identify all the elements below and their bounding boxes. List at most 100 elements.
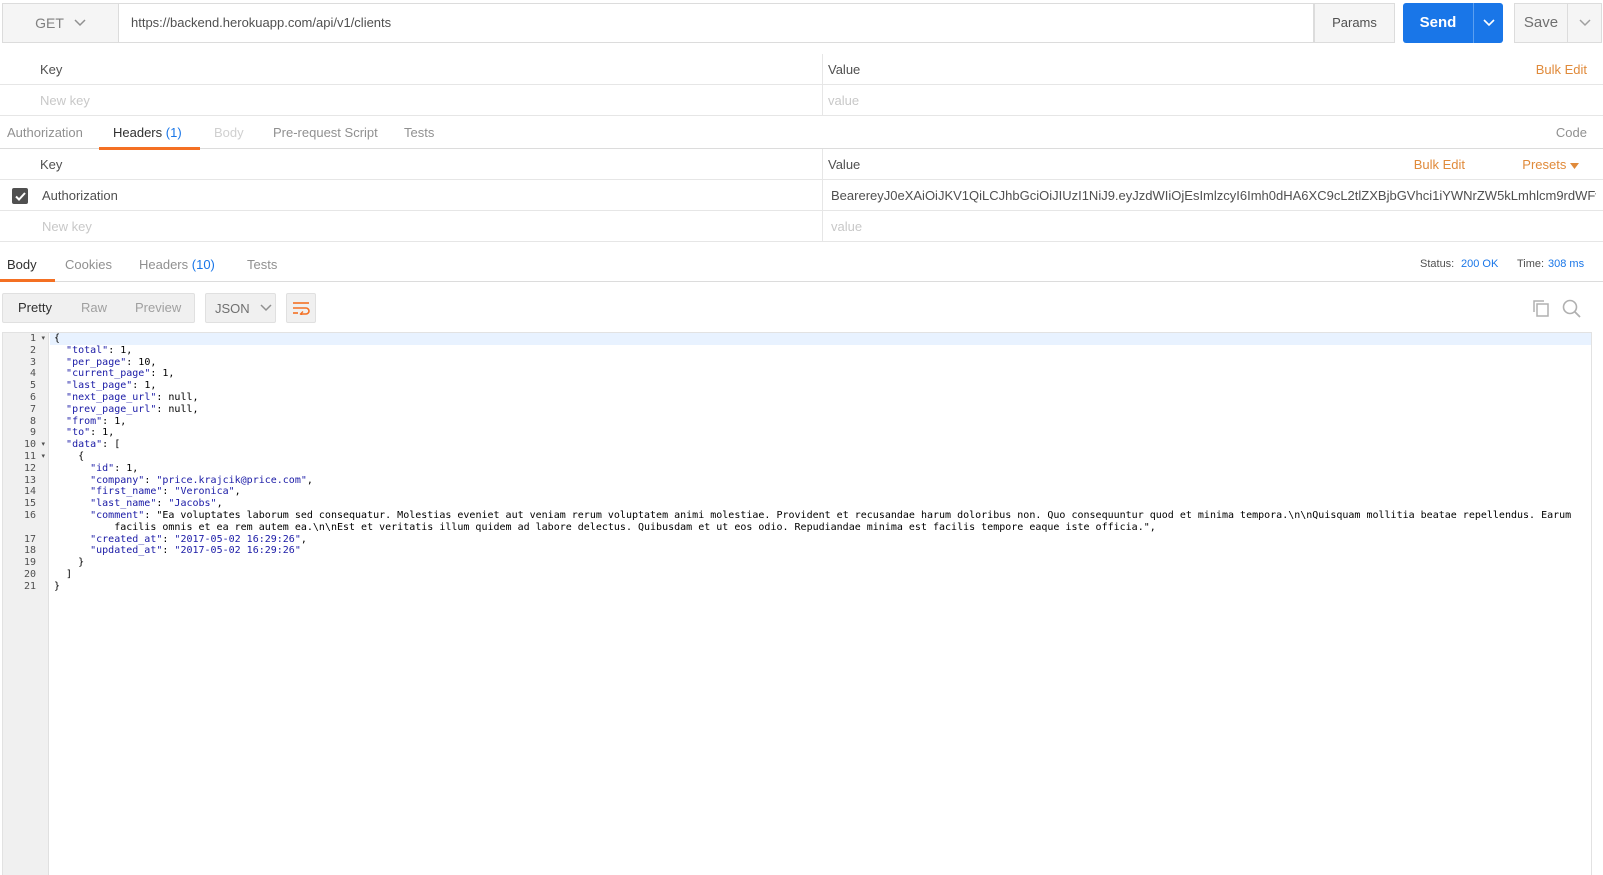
response-headers-count-badge: (10) (191, 257, 215, 272)
headers-new-value-input[interactable]: value (831, 211, 862, 242)
code-line: "created_at": "2017-05-02 16:29:26", (90, 533, 307, 545)
tab-headers[interactable]: Headers (1) (99, 116, 200, 150)
headers-new-key-input[interactable]: New key (42, 211, 92, 242)
request-tabs: Authorization Headers (1) Body Pre-reque… (0, 116, 1603, 150)
code-line: { (54, 451, 85, 462)
line-number: 2 (29, 344, 36, 356)
code-line: "to": 1, (66, 427, 115, 439)
chevron-down-icon (1482, 19, 1495, 27)
response-tab-headers[interactable]: Headers (10) (139, 248, 215, 281)
line-number: 9 (29, 427, 36, 439)
tab-body[interactable]: Body (214, 116, 244, 149)
code-line: "prev_page_url": null, (66, 403, 199, 415)
line-number: 8 (29, 415, 36, 427)
presets-dropdown[interactable]: Presets (1522, 149, 1579, 180)
format-label: JSON (215, 300, 250, 316)
code-line: "first_name": "Veronica", (90, 486, 241, 498)
method-label: GET (35, 15, 64, 31)
code-line: { (54, 333, 61, 344)
code-line: "total": 1, (66, 344, 133, 356)
line-number: 17 (23, 533, 36, 545)
view-mode-pretty[interactable]: Pretty (18, 294, 52, 322)
line-number: 7 (29, 403, 36, 415)
code-line: "company": "price.krajcik@price.com", (90, 474, 313, 486)
presets-label: Presets (1522, 157, 1567, 172)
line-number: 14 (23, 486, 36, 498)
tab-tests[interactable]: Tests (404, 116, 434, 149)
params-new-value-input[interactable]: value (828, 85, 859, 116)
line-number: 13 (23, 474, 36, 486)
code-line: "id": 1, (90, 462, 139, 474)
chevron-down-icon (260, 304, 272, 312)
column-divider (822, 211, 823, 242)
header-enabled-checkbox[interactable] (12, 188, 28, 204)
params-header-row: Key Value Bulk Edit (0, 54, 1603, 85)
save-options-button[interactable] (1568, 3, 1602, 43)
headers-count-badge: (1) (165, 125, 182, 140)
code-line: "last_name": "Jacobs", (90, 498, 223, 510)
params-key-header: Key (40, 62, 63, 77)
code-line: "data": [ (66, 439, 121, 451)
headers-value-header: Value (828, 157, 861, 172)
code-line: } (54, 557, 85, 569)
line-number: 11 (23, 451, 36, 462)
header-row: Authorization BearereyJ0eXAiOiJKV1QiLCJh… (0, 180, 1603, 211)
headers-bulk-edit-link[interactable]: Bulk Edit (1414, 149, 1465, 180)
params-new-row: New key value (0, 85, 1603, 116)
wrap-lines-icon (293, 302, 310, 315)
fold-toggle-icon[interactable]: ▾ (41, 451, 45, 463)
active-line-highlight (50, 333, 1591, 345)
response-tab-headers-label: Headers (139, 257, 189, 272)
line-number: 21 (23, 580, 36, 592)
code-line: "per_page": 10, (66, 356, 157, 368)
tab-headers-label: Headers (113, 125, 163, 140)
header-value-input[interactable]: BearereyJ0eXAiOiJKV1QiLCJhbGciOiJIUzI1Ni… (831, 180, 1596, 211)
column-divider (822, 54, 823, 85)
code-line: } (54, 580, 61, 592)
response-tab-cookies[interactable]: Cookies (65, 248, 112, 281)
save-button[interactable]: Save (1514, 3, 1568, 43)
tab-pre-request-script[interactable]: Pre-request Script (273, 116, 378, 149)
line-number: 20 (23, 569, 36, 580)
code-link[interactable]: Code (1556, 116, 1587, 149)
tab-authorization[interactable]: Authorization (7, 116, 83, 149)
search-icon[interactable] (1562, 299, 1581, 321)
send-button[interactable]: Send (1403, 3, 1473, 43)
view-mode-preview[interactable]: Preview (135, 294, 181, 322)
params-value-header: Value (828, 62, 861, 77)
line-number: 6 (29, 392, 36, 403)
line-number: 16 (23, 510, 36, 521)
chevron-down-icon (1578, 19, 1591, 27)
checkmark-icon (14, 191, 26, 201)
line-number: 18 (23, 545, 36, 557)
line-number: 10 (23, 439, 36, 451)
view-mode-raw[interactable]: Raw (81, 294, 107, 322)
send-options-button[interactable] (1473, 3, 1503, 43)
code-line: facilis omnis et ea rem autem ea.\n\nEst… (54, 521, 1156, 533)
params-bulk-edit-link[interactable]: Bulk Edit (1536, 54, 1587, 85)
fold-toggle-icon[interactable]: ▾ (41, 439, 45, 451)
code-line: "next_page_url": null, (66, 392, 199, 403)
url-input[interactable]: https://backend.herokuapp.com/api/v1/cli… (119, 3, 1314, 43)
line-number: 4 (29, 368, 36, 380)
response-tab-tests[interactable]: Tests (247, 248, 277, 281)
response-body-editor[interactable]: 1 ▾ 2 3 4 5 6 7 8 9 10 ▾ 11 ▾ 12 13 14 15 16 17 18 19 20 21 { "… (2, 332, 1592, 875)
code-line: "from": 1, (66, 415, 127, 427)
view-mode-toggle: Pretty Raw Preview (2, 293, 195, 323)
format-select[interactable]: JSON (205, 293, 276, 323)
line-number-gutter: 1 ▾ 2 3 4 5 6 7 8 9 10 ▾ 11 ▾ 12 13 14 15 16 17 18 19 20 21 (3, 333, 49, 875)
params-new-key-input[interactable]: New key (40, 85, 90, 116)
status-value: 200 OK (1461, 258, 1499, 270)
params-button[interactable]: Params (1314, 3, 1395, 43)
copy-icon[interactable] (1532, 299, 1550, 320)
fold-toggle-icon[interactable]: ▾ (41, 333, 45, 345)
request-bar: GET https://backend.herokuapp.com/api/v1… (2, 3, 1602, 43)
method-select[interactable]: GET (2, 3, 119, 43)
header-key-input[interactable]: Authorization (42, 180, 118, 211)
headers-key-header: Key (40, 157, 63, 172)
code-line: ] (54, 569, 73, 580)
line-number: 12 (23, 462, 36, 474)
response-tab-body[interactable]: Body (0, 248, 55, 282)
wrap-lines-button[interactable] (286, 293, 316, 323)
caret-down-icon (1570, 162, 1579, 169)
